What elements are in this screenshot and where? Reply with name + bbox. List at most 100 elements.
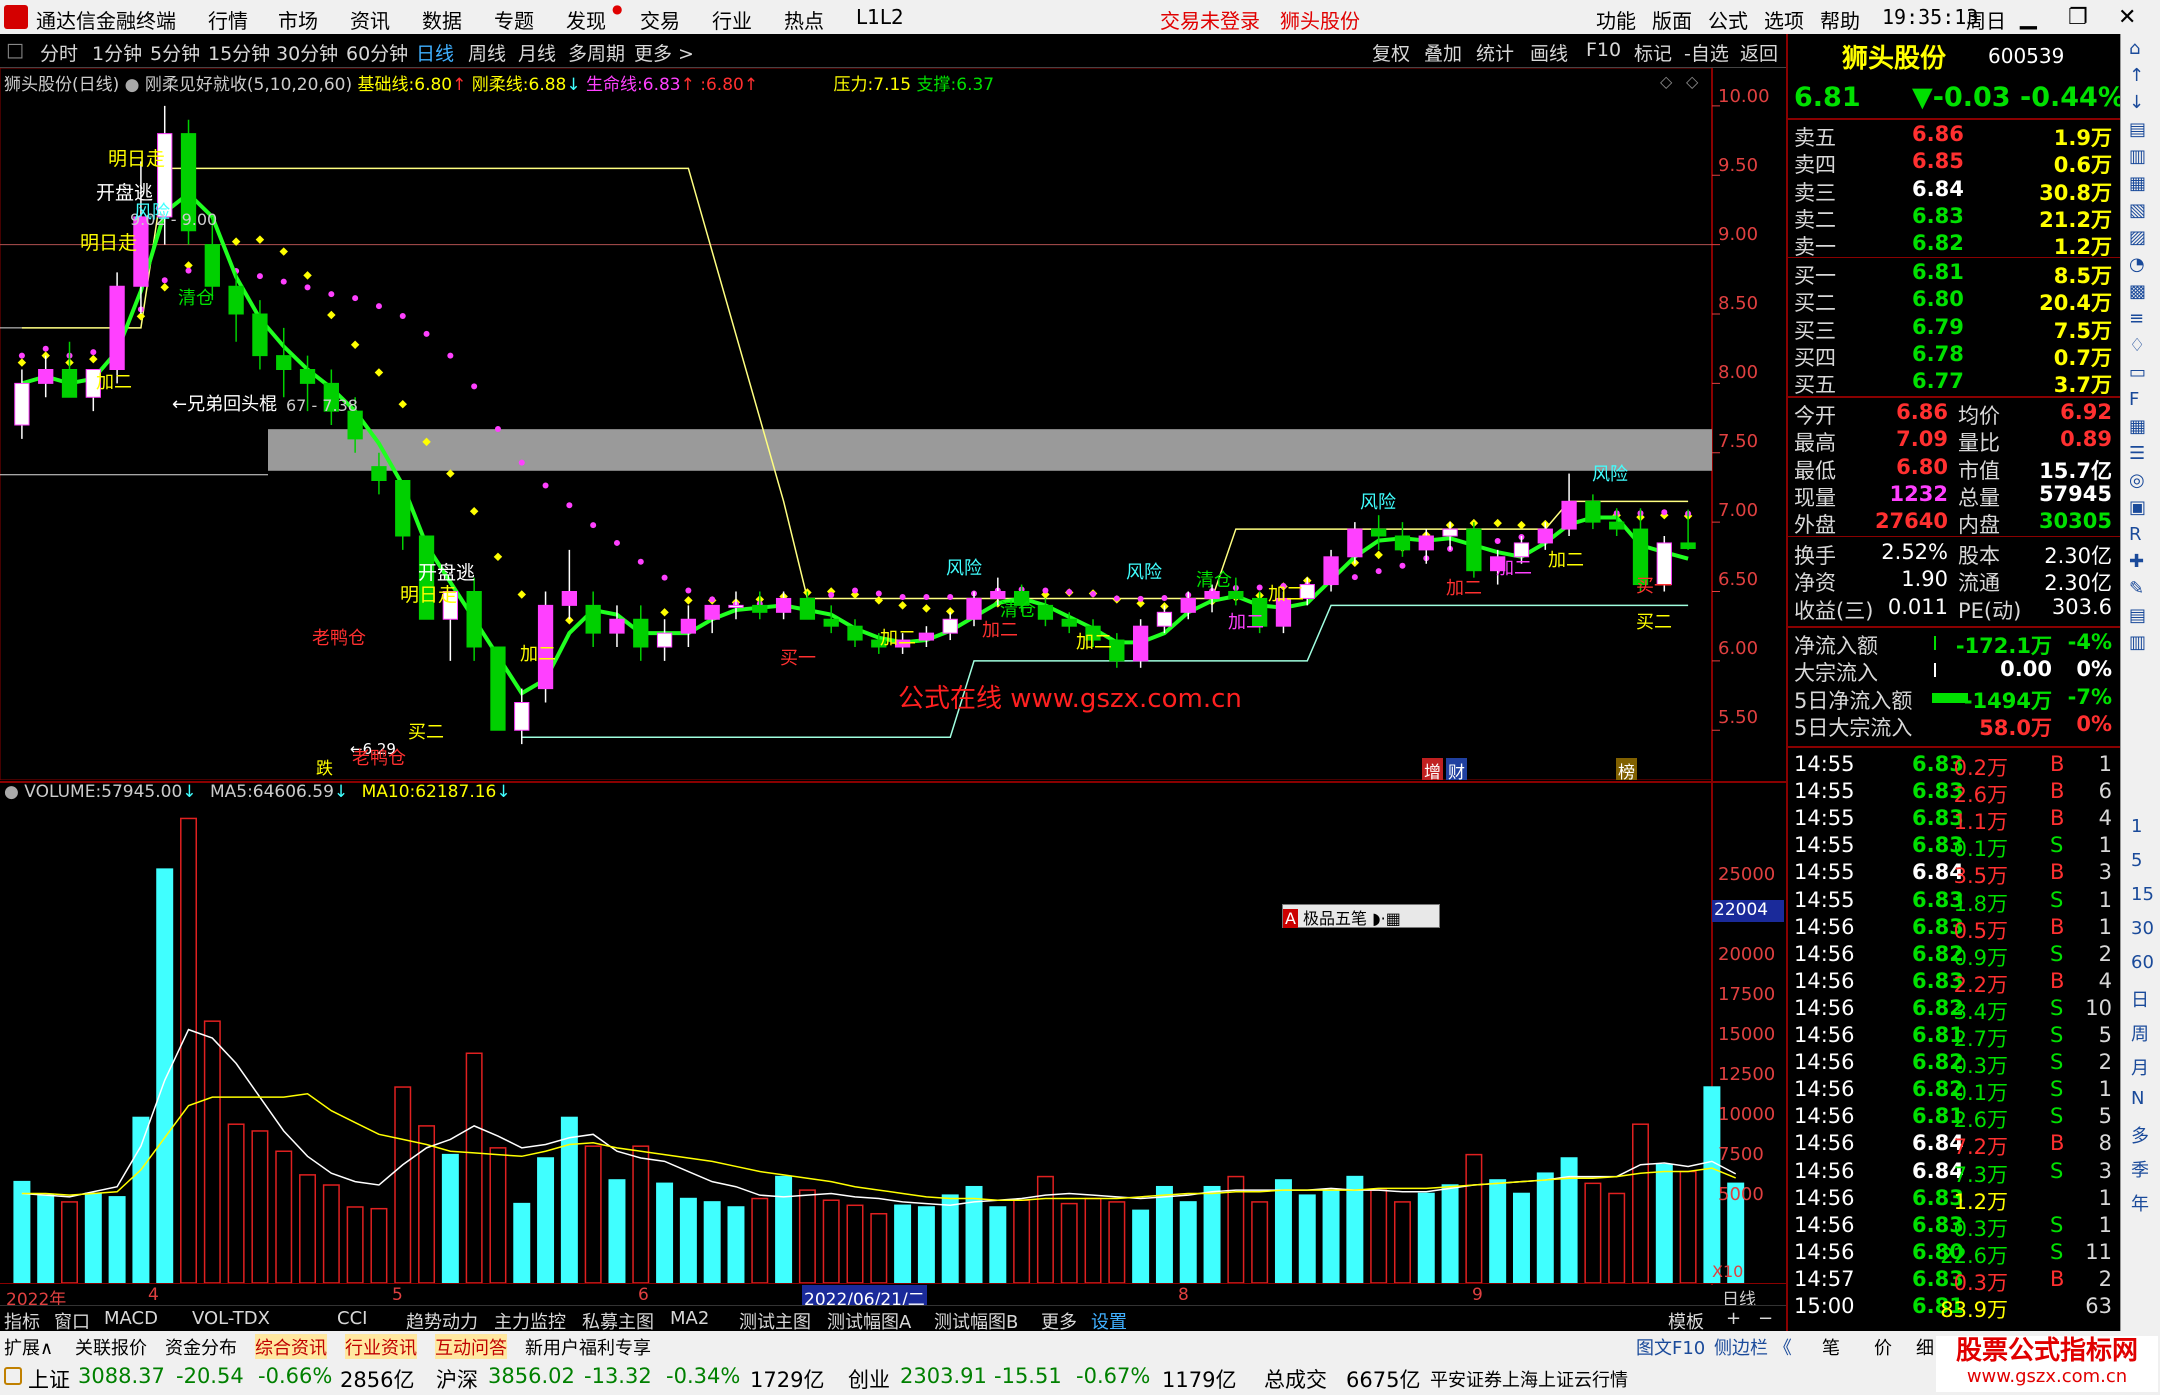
- bid-row[interactable]: 买三 6.79 7.5万: [1794, 315, 2116, 343]
- sidebar-tool-icon[interactable]: ✚: [2129, 551, 2144, 572]
- period-tab[interactable]: 月线: [518, 39, 556, 66]
- sidebar-tool-icon[interactable]: F: [2129, 389, 2139, 410]
- sidebar-period-button[interactable]: 月: [2131, 1054, 2149, 1080]
- index-cy-label[interactable]: 创业: [848, 1364, 890, 1394]
- indicator-tab[interactable]: CCI: [337, 1308, 367, 1329]
- tick-row[interactable]: 14:56 6.83 2.2万 B 4: [1794, 969, 2116, 997]
- moon-icon[interactable]: ◗: [1372, 909, 1380, 928]
- panel-tab[interactable]: 侧边栏 《: [1714, 1334, 1792, 1360]
- extension-tab[interactable]: 新用户福利专享: [525, 1334, 651, 1360]
- tool-button[interactable]: 复权: [1372, 39, 1410, 66]
- period-tab[interactable]: 周线: [468, 39, 506, 66]
- period-tab[interactable]: 60分钟: [346, 39, 408, 66]
- ask-row[interactable]: 卖二 6.83 21.2万: [1794, 204, 2116, 232]
- tool-button[interactable]: 标记: [1634, 39, 1672, 66]
- sidebar-tool-icon[interactable]: R: [2129, 524, 2142, 545]
- menu-item[interactable]: 专题: [494, 5, 534, 34]
- sidebar-tool-icon[interactable]: ♢: [2129, 335, 2145, 356]
- period-tab[interactable]: 多周期: [568, 39, 625, 66]
- ime-toolbar[interactable]: A 极品五笔 ◗·▦: [1282, 904, 1440, 928]
- period-more[interactable]: 更多 >: [634, 39, 694, 66]
- sidebar-period-button[interactable]: 周: [2131, 1020, 2149, 1046]
- remove-tab-icon[interactable]: −: [1758, 1308, 1773, 1329]
- tick-row[interactable]: 14:55 6.84 3.5万 B 3: [1794, 860, 2116, 888]
- tick-row[interactable]: 14:55 6.83 1.8万 S 1: [1794, 888, 2116, 916]
- sidebar-tool-icon[interactable]: ◔: [2129, 254, 2145, 275]
- indicator-tab[interactable]: VOL-TDX: [192, 1308, 270, 1329]
- ask-row[interactable]: 卖三 6.84 30.8万: [1794, 177, 2116, 205]
- diamond-icon[interactable]: ◇: [1660, 72, 1672, 91]
- extension-tab[interactable]: 互动问答: [435, 1334, 507, 1360]
- tick-row[interactable]: 14:57 6.83 0.3万 B 2: [1794, 1267, 2116, 1295]
- menu-item[interactable]: 发现: [566, 5, 606, 34]
- index-sh-label[interactable]: 上证: [28, 1364, 70, 1394]
- menu-item[interactable]: 交易: [640, 5, 680, 34]
- menu-item-help[interactable]: 帮助: [1820, 5, 1860, 34]
- sidebar-tool-icon[interactable]: ▧: [2129, 200, 2146, 221]
- tick-row[interactable]: 14:56 6.82 0.3万 S 2: [1794, 1050, 2116, 1078]
- kline-chart[interactable]: 狮头股份(日线) ● 刚柔见好就收(5,10,20,60) 基础线:6.80↑ …: [0, 68, 1786, 783]
- menu-item-layout[interactable]: 版面: [1652, 5, 1692, 34]
- tick-row[interactable]: 14:55 6.83 2.6万 B 6: [1794, 779, 2116, 807]
- sidebar-period-button[interactable]: 15: [2131, 884, 2154, 905]
- index-hs-label[interactable]: 沪深: [436, 1364, 478, 1394]
- period-tab[interactable]: 分时: [40, 39, 78, 66]
- tick-row[interactable]: 14:55 6.83 1.1万 B 4: [1794, 806, 2116, 834]
- panel-tab[interactable]: 价: [1874, 1334, 1892, 1360]
- bid-row[interactable]: 买四 6.78 0.7万: [1794, 342, 2116, 370]
- extension-tab[interactable]: 关联报价: [75, 1334, 147, 1360]
- sidebar-tool-icon[interactable]: ▥: [2129, 146, 2146, 167]
- panel-tab[interactable]: 笔: [1822, 1334, 1840, 1360]
- tick-row[interactable]: 14:56 6.81 2.6万 S 5: [1794, 1104, 2116, 1132]
- menu-item[interactable]: 热点: [784, 5, 824, 34]
- current-stock-notice[interactable]: 狮头股份: [1280, 5, 1360, 34]
- panel-tab[interactable]: 图文F10: [1636, 1334, 1705, 1360]
- panel-tab[interactable]: 细: [1916, 1334, 1934, 1360]
- period-tab[interactable]: 1分钟: [92, 39, 142, 66]
- tick-row[interactable]: 14:56 6.81 2.7万 S 5: [1794, 1023, 2116, 1051]
- sidebar-tool-icon[interactable]: ▥: [2129, 632, 2146, 653]
- formula-name[interactable]: 刚柔见好就收(5,10,20,60): [145, 75, 352, 95]
- menu-item-options[interactable]: 选项: [1764, 5, 1804, 34]
- sidebar-tool-icon[interactable]: ⌂: [2129, 38, 2140, 59]
- period-tab[interactable]: 5分钟: [150, 39, 200, 66]
- menu-item[interactable]: 市场: [278, 5, 318, 34]
- sidebar-period-button[interactable]: 日: [2131, 986, 2149, 1012]
- tool-button[interactable]: 返回: [1740, 39, 1778, 66]
- tick-row[interactable]: 14:56 6.82 3.4万 S 10: [1794, 996, 2116, 1024]
- menu-item-formula[interactable]: 公式: [1708, 5, 1748, 34]
- bid-row[interactable]: 买五 6.77 3.7万: [1794, 369, 2116, 397]
- settings-circle-icon[interactable]: ●: [125, 75, 140, 95]
- menu-item[interactable]: 资讯: [350, 5, 390, 34]
- menu-item-function[interactable]: 功能: [1596, 5, 1636, 34]
- extension-tab[interactable]: 行业资讯: [345, 1334, 417, 1360]
- tick-row[interactable]: 14:56 6.82 0.9万 S 2: [1794, 942, 2116, 970]
- tool-button[interactable]: -自选: [1684, 39, 1729, 66]
- volume-chart[interactable]: ● VOLUME:57945.00↓ MA5:64606.59↓ MA10:62…: [0, 780, 1786, 1285]
- trade-login-notice[interactable]: 交易未登录: [1160, 5, 1260, 34]
- sidebar-tool-icon[interactable]: ▦: [2129, 173, 2146, 194]
- sidebar-tool-icon[interactable]: ✎: [2129, 578, 2144, 599]
- sidebar-tool-icon[interactable]: ≡: [2129, 308, 2144, 329]
- period-tab-active[interactable]: 日线: [416, 39, 454, 66]
- tick-row[interactable]: 14:56 6.84 7.2万 B 8: [1794, 1131, 2116, 1159]
- sidebar-tool-icon[interactable]: ▩: [2129, 281, 2146, 302]
- period-tab[interactable]: 30分钟: [276, 39, 338, 66]
- menu-item[interactable]: 行情: [208, 5, 248, 34]
- indicator-tab[interactable]: MA2: [670, 1308, 709, 1329]
- sidebar-period-button[interactable]: 30: [2131, 918, 2154, 939]
- menu-item[interactable]: L1L2: [856, 5, 904, 29]
- sidebar-tool-icon[interactable]: ☰: [2129, 443, 2145, 464]
- sidebar-period-button[interactable]: N: [2131, 1088, 2144, 1109]
- sidebar-tool-icon[interactable]: ▦: [2129, 416, 2146, 437]
- bid-row[interactable]: 买二 6.80 20.4万: [1794, 287, 2116, 315]
- tick-row[interactable]: 14:56 6.80 22.6万 S 11: [1794, 1240, 2116, 1268]
- sidebar-period-button[interactable]: 60: [2131, 952, 2154, 973]
- ask-row[interactable]: 卖五 6.86 1.9万: [1794, 122, 2116, 150]
- sidebar-tool-icon[interactable]: ▣: [2129, 497, 2146, 518]
- sidebar-period-button[interactable]: 1: [2131, 816, 2142, 837]
- tool-button[interactable]: 叠加: [1424, 39, 1462, 66]
- keyboard-icon[interactable]: ▦: [1386, 909, 1401, 928]
- tool-button[interactable]: 画线: [1530, 39, 1568, 66]
- tick-row[interactable]: 14:56 6.83 1.2万 1: [1794, 1186, 2116, 1214]
